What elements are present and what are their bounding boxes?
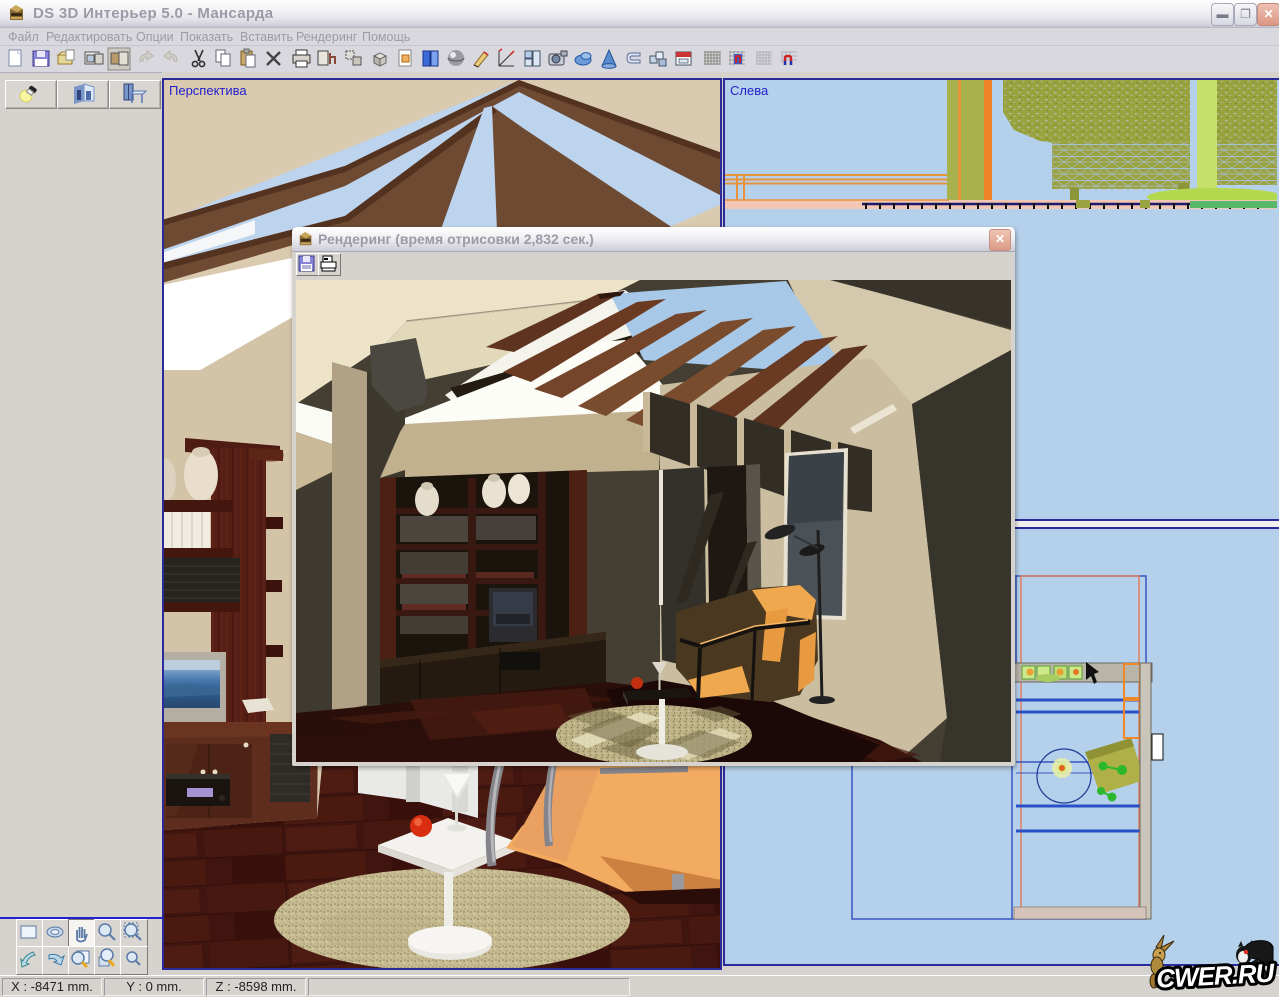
svg-text:CWER.RU: CWER.RU (1155, 958, 1276, 994)
